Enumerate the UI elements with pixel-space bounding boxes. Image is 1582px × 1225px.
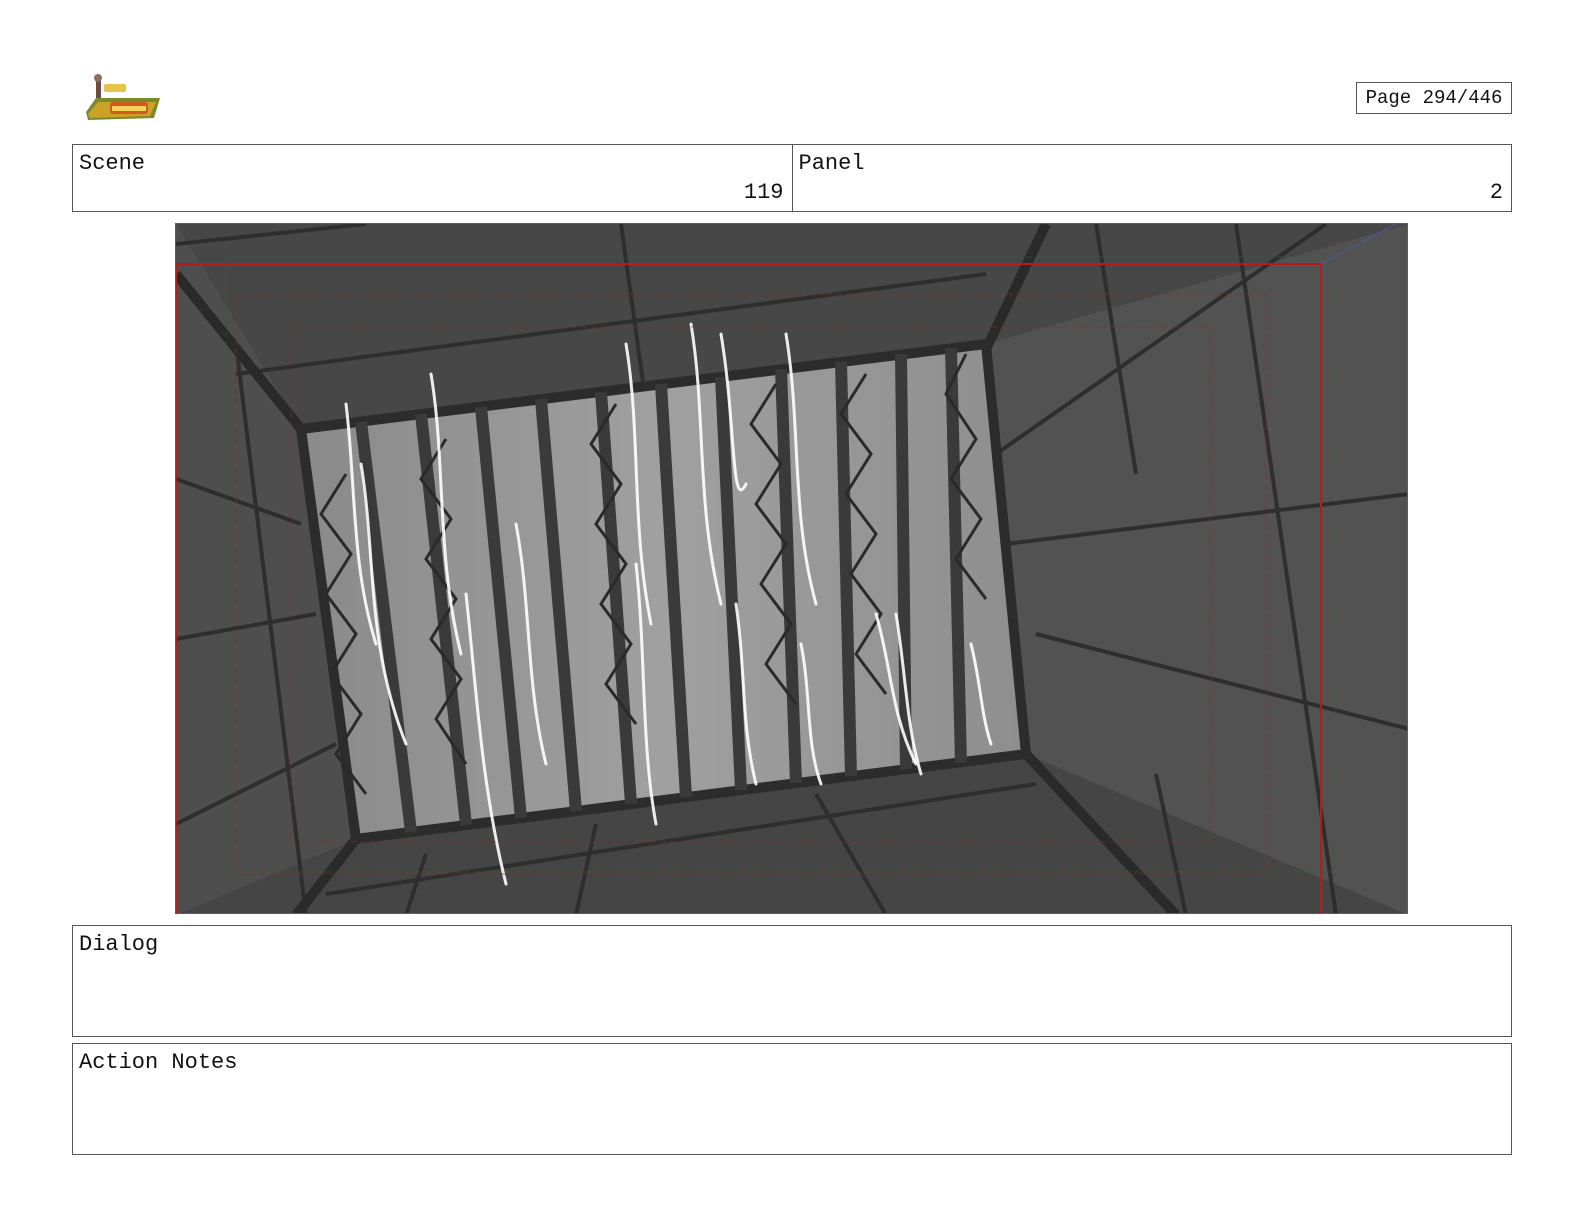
storyboard-drawing — [176, 224, 1407, 913]
scene-cell: Scene 119 — [73, 145, 792, 211]
panel-cell: Panel 2 — [791, 145, 1512, 211]
scene-value: 119 — [743, 180, 784, 205]
action-notes-label: Action Notes — [79, 1050, 238, 1075]
scene-label: Scene — [79, 151, 146, 176]
page-number-text: Page 294/446 — [1365, 87, 1503, 109]
panel-value: 2 — [1489, 180, 1503, 205]
storyboard-frame — [175, 223, 1408, 914]
action-notes-box[interactable]: Action Notes — [72, 1043, 1512, 1155]
dialog-box[interactable]: Dialog — [72, 925, 1512, 1037]
studio-logo — [82, 72, 164, 124]
page-number: Page 294/446 — [1356, 82, 1512, 114]
scene-panel-row: Scene 119 Panel 2 — [72, 144, 1512, 212]
panel-label: Panel — [798, 151, 865, 176]
dialog-label: Dialog — [79, 932, 159, 957]
